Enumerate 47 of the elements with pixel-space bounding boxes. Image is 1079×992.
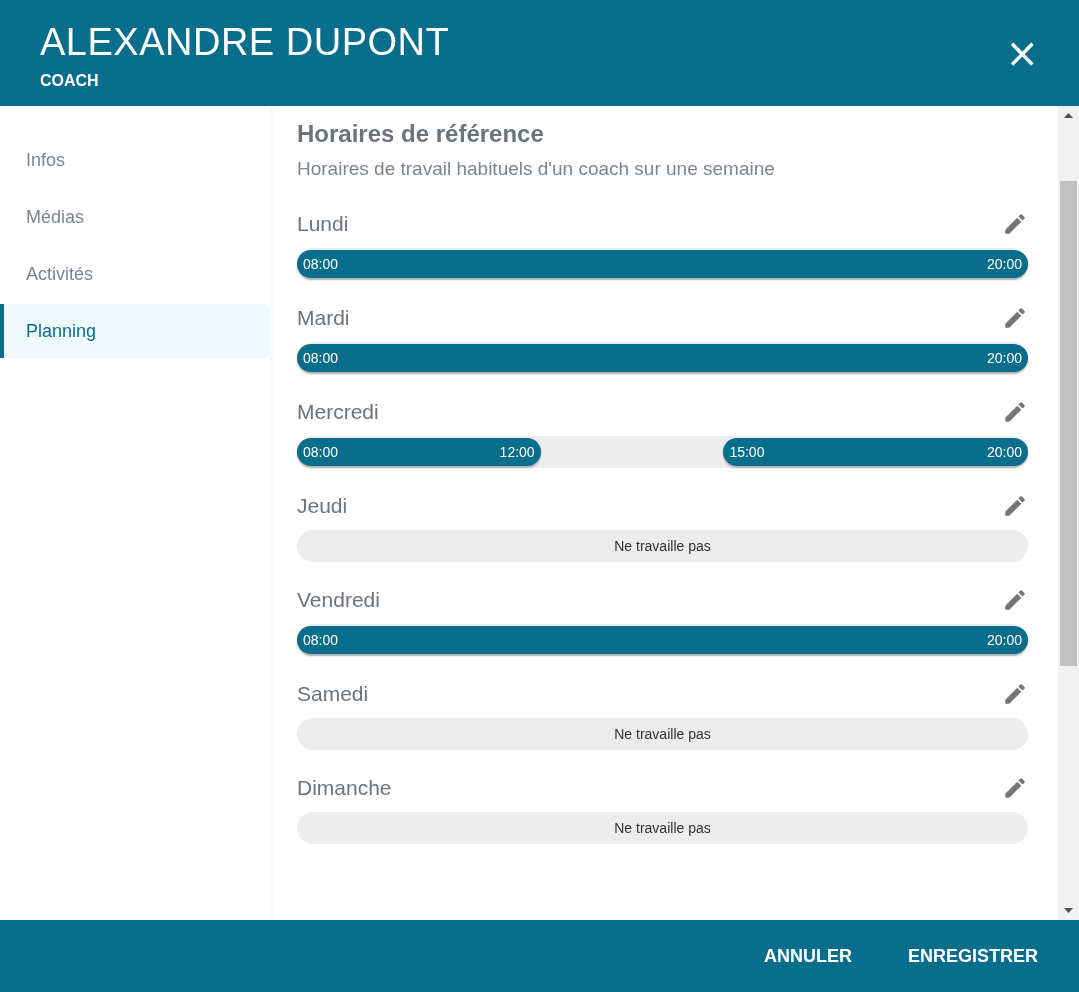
day-name: Mercredi <box>297 400 379 424</box>
sidebar-item[interactable]: Infos <box>0 133 270 187</box>
start-time: 08:00 <box>303 444 339 460</box>
edit-icon[interactable] <box>1002 399 1028 425</box>
day-name: Vendredi <box>297 588 380 612</box>
end-time: 20:00 <box>986 444 1022 460</box>
start-time: 08:00 <box>303 256 339 272</box>
time-range-bar[interactable]: 08:00 20:00 <box>297 344 1028 372</box>
day-name: Samedi <box>297 682 369 706</box>
day-name: Jeudi <box>297 494 348 518</box>
save-button[interactable]: ENREGISTRER <box>907 945 1038 967</box>
sidebar-item[interactable]: Planning <box>0 304 270 358</box>
coach-name: ALEXANDRE DUPONT <box>40 20 450 64</box>
scroll-up-icon[interactable] <box>1064 113 1073 118</box>
not-working-bar: Ne travaille pas <box>297 530 1028 562</box>
start-time: 08:00 <box>303 350 339 366</box>
cancel-button[interactable]: ANNULER <box>763 945 852 967</box>
edit-icon[interactable] <box>1002 775 1028 801</box>
edit-icon[interactable] <box>1002 587 1028 613</box>
time-range-bar[interactable]: 08:00 12:00 <box>297 438 541 466</box>
start-time: 15:00 <box>729 444 765 460</box>
close-button[interactable]: × <box>1005 33 1039 73</box>
day-name: Mardi <box>297 306 350 330</box>
day-name: Dimanche <box>297 776 392 800</box>
end-time: 12:00 <box>499 444 535 460</box>
scrollbar-thumb[interactable] <box>1060 181 1077 666</box>
scroll-down-icon[interactable] <box>1064 908 1073 913</box>
coach-role: COACH <box>40 71 100 90</box>
time-range-bar[interactable]: 08:00 20:00 <box>297 626 1028 654</box>
edit-icon[interactable] <box>1002 493 1028 519</box>
section-title: Horaires de référence <box>297 120 545 148</box>
not-working-bar: Ne travaille pas <box>297 718 1028 750</box>
scrollbar[interactable] <box>1058 106 1079 920</box>
end-time: 20:00 <box>986 256 1022 272</box>
end-time: 20:00 <box>986 632 1022 648</box>
day-name: Lundi <box>297 212 349 236</box>
time-range-bar[interactable]: 15:00 20:00 <box>723 438 1028 466</box>
end-time: 20:00 <box>986 350 1022 366</box>
sidebar-item[interactable]: Activités <box>0 247 270 301</box>
not-working-bar: Ne travaille pas <box>297 812 1028 844</box>
sidebar-item[interactable]: Médias <box>0 190 270 244</box>
time-range-bar[interactable]: 08:00 20:00 <box>297 250 1028 278</box>
section-subtitle: Horaires de travail habituels d'un coach sur une semaine <box>297 158 776 180</box>
edit-icon[interactable] <box>1002 211 1028 237</box>
edit-icon[interactable] <box>1002 681 1028 707</box>
edit-icon[interactable] <box>1002 305 1028 331</box>
start-time: 08:00 <box>303 632 339 648</box>
